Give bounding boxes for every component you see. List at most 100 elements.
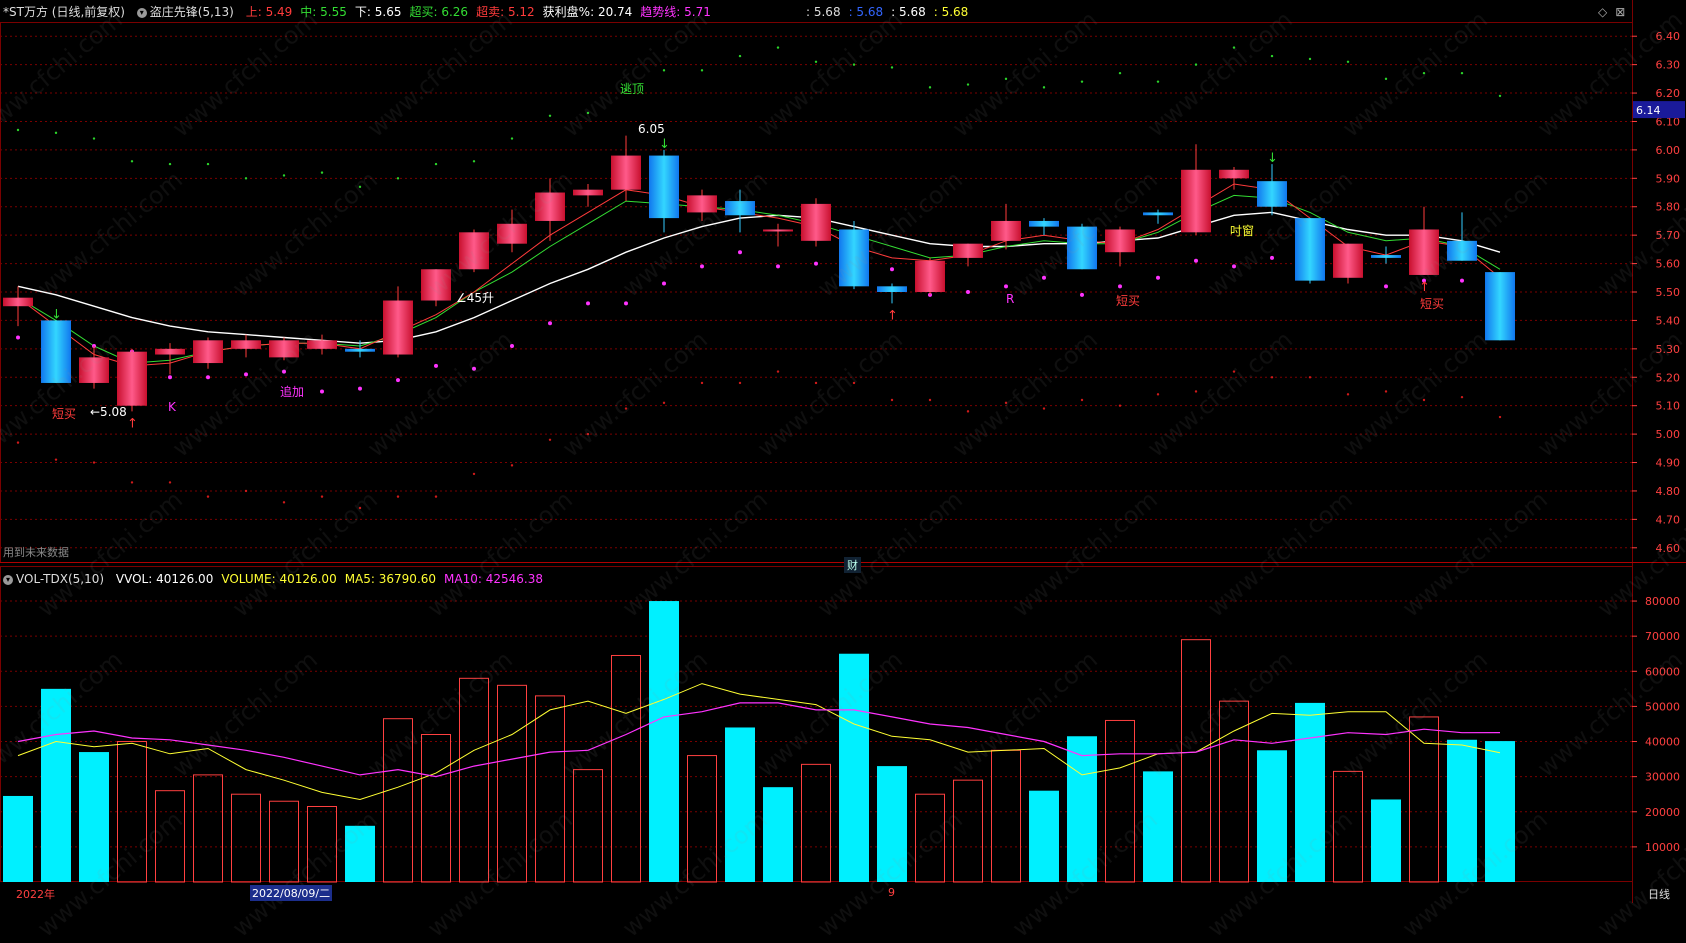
volume-bar-down	[345, 825, 375, 882]
volume-bar-up	[497, 684, 527, 883]
upper-band-dot	[814, 60, 818, 63]
diamond-icon[interactable]: ◇	[1598, 5, 1607, 19]
upper-band-dot	[852, 63, 856, 66]
indicator-menu-icon[interactable]: ▾	[136, 7, 147, 18]
volume-bar-up	[383, 718, 413, 883]
price-tick-label: 5.10	[1656, 400, 1681, 413]
price-header: *ST万方 (日线,前复权) ▾ 盗庄先锋(5,13) 上: 5.49 中: 5.5…	[3, 3, 711, 21]
upper-band-dot	[890, 66, 894, 69]
trend-dot	[1460, 278, 1464, 283]
volume-bar-up	[459, 677, 489, 883]
chart-annotation: ∠45升	[456, 291, 495, 305]
finance-marker[interactable]: 财	[844, 557, 861, 573]
chart-canvas[interactable]: 6.406.306.206.106.005.905.805.705.605.50…	[0, 0, 1686, 903]
indicator-value: 上:	[245, 5, 262, 19]
price-tick-label: 6.00	[1656, 144, 1681, 157]
volume-indicator-name[interactable]: VOL-TDX(5,10)	[16, 572, 104, 586]
price-tick-label: 5.20	[1656, 371, 1681, 384]
period-label[interactable]: 日线	[1648, 886, 1670, 902]
volume-menu-icon[interactable]: ▾	[3, 574, 13, 585]
candle-down	[649, 155, 679, 219]
candle-up	[269, 340, 299, 358]
lower-band-dot	[928, 398, 932, 402]
trend-dot	[396, 378, 400, 383]
lower-band-dot	[1042, 407, 1046, 410]
chart-annotation: 6.05	[638, 122, 665, 136]
upper-band-dot	[1004, 77, 1008, 81]
trend-dot	[1270, 255, 1274, 260]
lower-band-dot	[244, 489, 248, 493]
ma-red-line	[17, 183, 1501, 367]
chart-annotation: 逃顶	[620, 82, 645, 96]
trend-dot	[1004, 284, 1008, 289]
upper-band-dot	[206, 162, 210, 166]
indicator-value: 获利盘%:	[542, 5, 595, 19]
price-tick-label: 5.70	[1656, 229, 1681, 242]
sell-arrow-icon: ↓	[51, 307, 62, 322]
upper-band-dot	[1384, 77, 1388, 81]
upper-band-dot	[168, 162, 172, 166]
upper-band-dot	[1080, 80, 1084, 83]
indicator-number: 42546.38	[481, 572, 543, 586]
volume-bar-down	[877, 766, 907, 882]
candle-up	[687, 195, 717, 213]
upper-band-dot	[130, 160, 134, 163]
price-tick-label: 5.50	[1656, 286, 1681, 299]
trend-dot	[472, 366, 476, 371]
candle-down	[1257, 181, 1287, 207]
volume-bar-down	[1295, 702, 1325, 882]
lower-band-dot	[1498, 415, 1502, 419]
lower-band-dot	[396, 495, 400, 498]
stock-title[interactable]: *ST万方 (日线,前复权)	[3, 5, 125, 19]
lower-band-dot	[92, 461, 96, 464]
candle-down	[41, 320, 71, 383]
lower-band-dot	[890, 398, 894, 402]
lower-band-dot	[472, 472, 476, 476]
upper-band-dot	[738, 54, 742, 58]
candle-down	[1295, 218, 1325, 281]
volume-tick-label: 70000	[1645, 630, 1680, 643]
volume-bar-down	[3, 795, 33, 882]
candle-up	[1409, 229, 1439, 275]
upper-band-dot	[396, 177, 400, 180]
upper-band-dot	[92, 137, 96, 140]
lower-band-dot	[548, 438, 552, 441]
candle-up	[193, 340, 223, 364]
indicator-values: 上: 5.49 中: 5.55 下: 5.65 超买: 6.26 超卖: 5.12 获利盘…	[238, 5, 711, 19]
indicator-name[interactable]: 盗庄先锋(5,13)	[150, 5, 234, 19]
candle-up	[535, 192, 565, 221]
lower-band-dot	[1194, 390, 1198, 393]
lower-band-dot	[130, 481, 134, 484]
candle-up	[155, 348, 185, 355]
upper-band-dot	[282, 174, 286, 177]
lower-band-dot	[738, 381, 742, 385]
lower-band-dot	[320, 495, 324, 498]
volume-bar-up	[1181, 639, 1211, 883]
x-label-selected-date[interactable]: 2022/08/09/二	[250, 885, 333, 901]
candle-up	[801, 203, 831, 241]
volume-bar-down	[1067, 736, 1097, 882]
trend-dot	[966, 290, 970, 294]
indicator-value: VVOL:	[115, 572, 153, 586]
sell-arrow-icon: ↓	[1267, 151, 1278, 166]
toggle-icon[interactable]: ⊠	[1615, 5, 1625, 19]
lower-band-dot	[358, 506, 362, 510]
candle-down	[877, 286, 907, 292]
upper-band-dot	[510, 137, 514, 140]
trend-dot	[1042, 275, 1046, 280]
volume-bar-up	[421, 734, 451, 883]
candle-down	[1029, 220, 1059, 227]
volume-bar-down	[1371, 799, 1401, 882]
volume-tick-label: 10000	[1645, 841, 1680, 854]
volume-bar-down	[649, 601, 679, 882]
sell-arrow-icon: ↓	[659, 137, 670, 152]
volume-tick-label: 30000	[1645, 771, 1680, 784]
lower-band-dot	[1346, 393, 1350, 396]
volume-bar-up	[155, 790, 185, 883]
lower-band-dot	[852, 381, 856, 385]
candle-up	[3, 297, 33, 307]
volume-bar-down	[1029, 790, 1059, 882]
volume-bar-up	[687, 755, 717, 883]
upper-band-dot	[434, 162, 438, 166]
lower-band-dot	[1156, 393, 1160, 396]
